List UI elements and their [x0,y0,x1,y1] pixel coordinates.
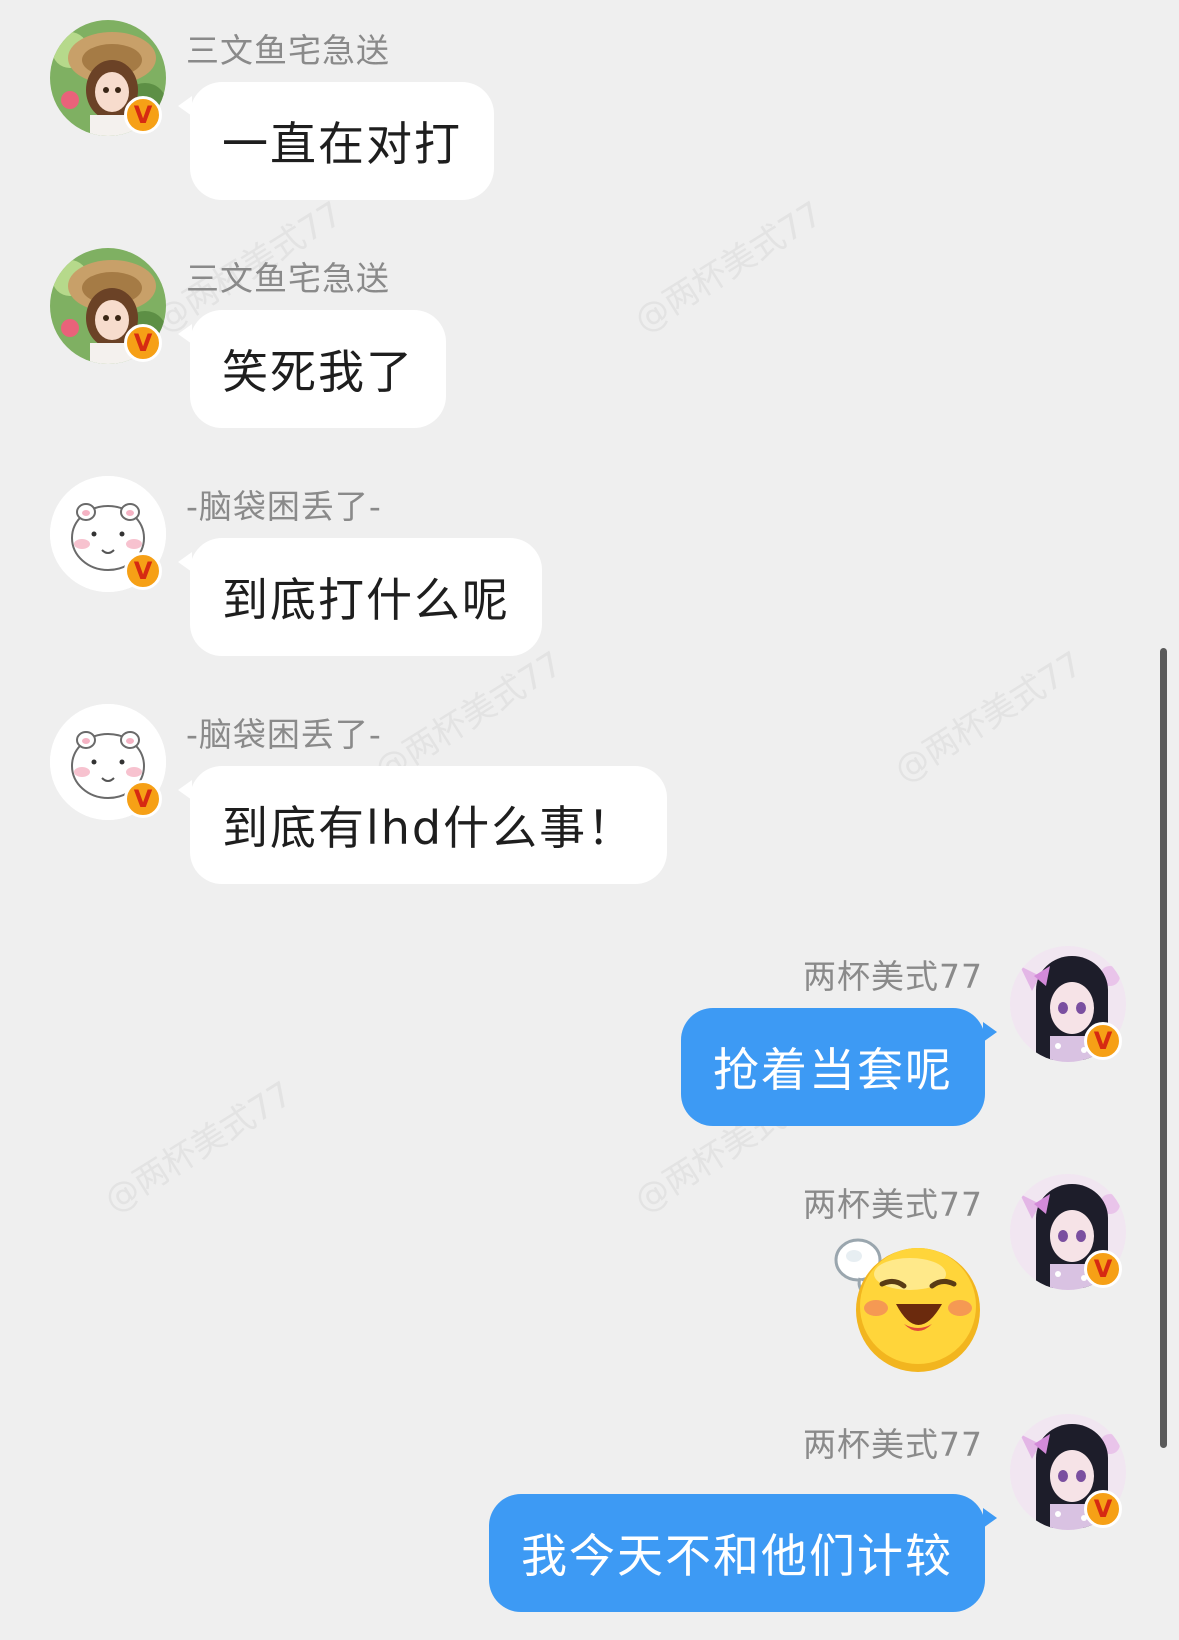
verified-badge-icon: V [1084,1490,1122,1528]
message-row: V 两杯美式77 我今天不和他们计较 [0,1398,1179,1628]
message-bubble[interactable]: 笑死我了 [178,310,446,428]
message-row: V -脑袋困丢了- 到底有lhd什么事！ [0,684,1179,894]
sender-name: 三文鱼宅急送 [186,259,390,298]
message-row: V 两杯美式77 抢着当套呢 [0,930,1179,1140]
message-row: V -脑袋困丢了- 到底打什么呢 [0,456,1179,666]
sender-name: 两杯美式77 [803,1425,983,1464]
message-row: V 三文鱼宅急送 笑死我了 [0,228,1179,438]
verified-badge-icon: V [1084,1022,1122,1060]
verified-badge-icon: V [1084,1250,1122,1288]
message-bubble[interactable]: 到底有lhd什么事！ [177,766,668,884]
sender-name: 两杯美式77 [803,1185,983,1224]
sigh-relief-emoji-icon[interactable] [830,1228,990,1382]
verified-badge-icon: V [124,96,162,134]
verified-badge-icon: V [124,552,162,590]
message-bubble[interactable]: 我今天不和他们计较 [489,1494,997,1612]
sender-name: 两杯美式77 [803,957,983,996]
message-bubble[interactable]: 到底打什么呢 [178,538,542,656]
sender-name: -脑袋困丢了- [186,715,382,754]
chat-view[interactable]: @两杯美式77 @两杯美式77 @两杯美式77 @两杯美式77 @两杯美式77 … [0,0,1179,1640]
message-row: V 三文鱼宅急送 一直在对打 [0,0,1179,210]
scrollbar[interactable] [1160,648,1167,1448]
verified-badge-icon: V [124,324,162,362]
sender-name: -脑袋困丢了- [186,487,382,526]
message-bubble[interactable]: 抢着当套呢 [681,1008,997,1126]
verified-badge-icon: V [124,780,162,818]
message-row: V 两杯美式77 [0,1158,1179,1388]
message-bubble[interactable]: 一直在对打 [178,82,494,200]
sender-name: 三文鱼宅急送 [186,31,390,70]
